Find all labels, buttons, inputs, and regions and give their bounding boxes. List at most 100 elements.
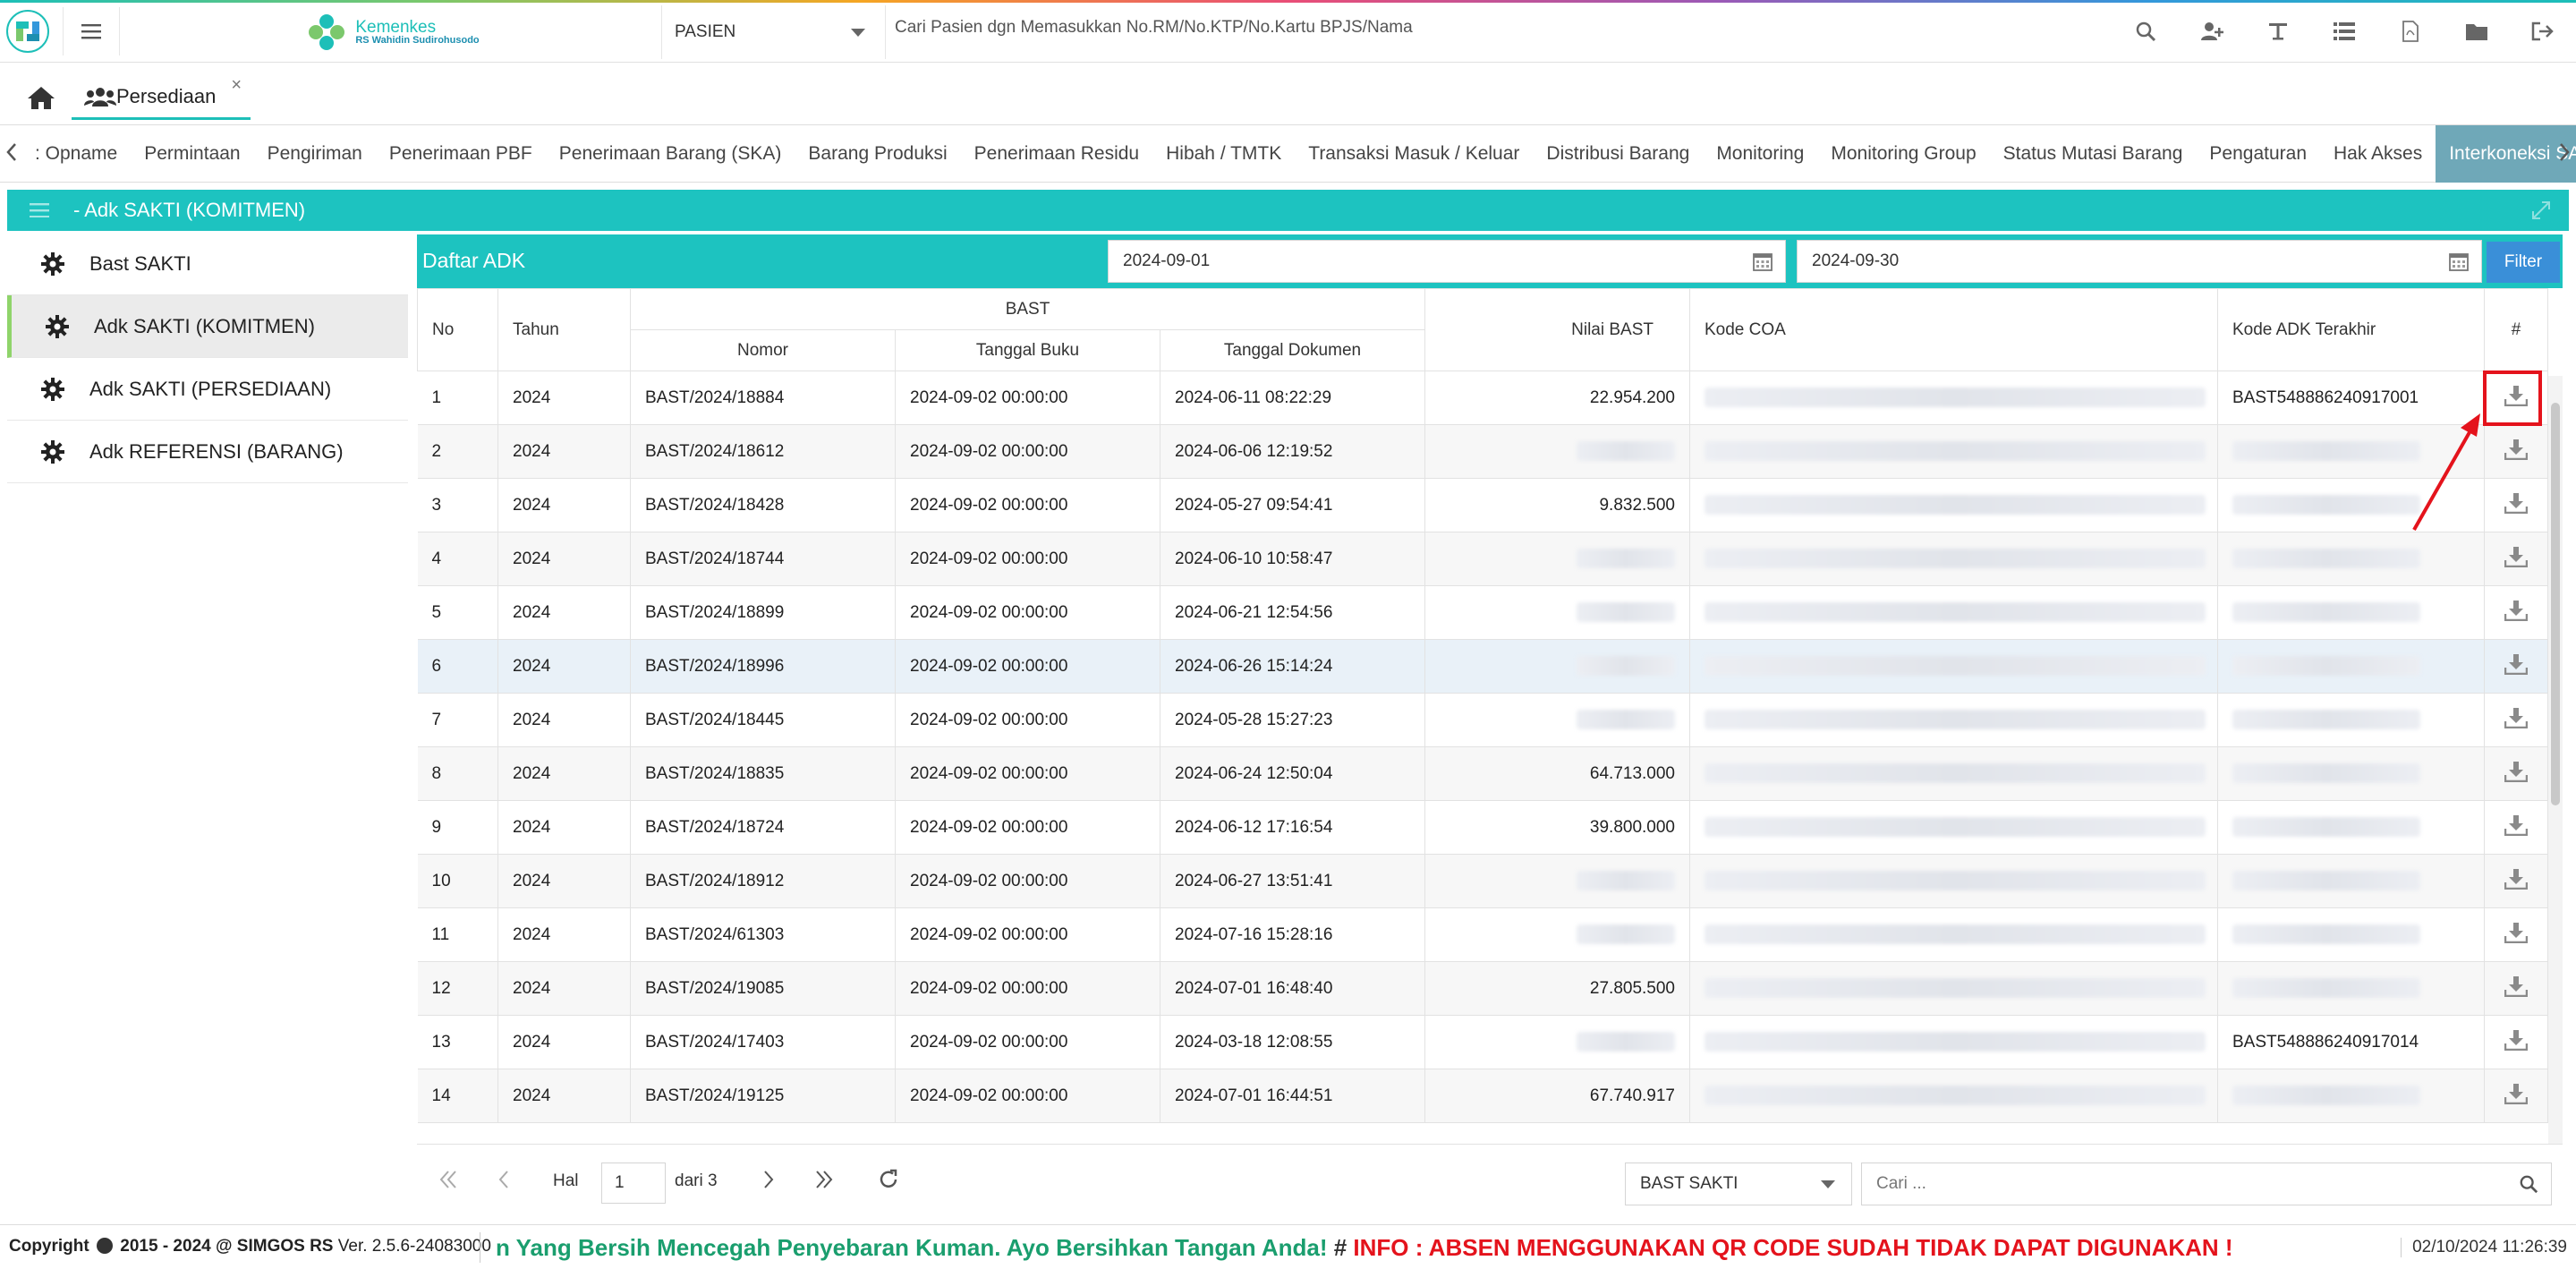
menu-item-transaksi-masuk-keluar[interactable]: Transaksi Masuk / Keluar [1295, 125, 1533, 183]
download-button[interactable] [2484, 585, 2548, 640]
download-icon[interactable] [2504, 761, 2529, 782]
calendar-icon[interactable] [1753, 251, 1773, 271]
list-icon[interactable] [2311, 9, 2377, 54]
app-logo-icon[interactable] [5, 9, 50, 54]
side-item-adk-referensi-barang[interactable]: Adk REFERENSI (BARANG) [7, 421, 408, 483]
grid-search-input[interactable]: Cari ... [1861, 1163, 2552, 1205]
source-select[interactable]: BAST SAKTI [1625, 1163, 1852, 1205]
download-button[interactable] [2484, 907, 2548, 962]
close-icon[interactable]: × [231, 75, 242, 96]
table-row[interactable]: 14 2024 BAST/2024/19125 2024-09-02 00:00:00… [417, 1069, 2548, 1123]
scrollbar-thumb[interactable] [2551, 403, 2560, 805]
download-button[interactable] [2484, 1069, 2548, 1123]
text-icon[interactable] [2245, 9, 2311, 54]
next-page-icon[interactable] [761, 1168, 777, 1191]
add-user-icon[interactable] [2179, 9, 2245, 54]
download-button[interactable] [2484, 854, 2548, 908]
download-icon[interactable] [2504, 492, 2529, 514]
calendar-icon[interactable] [2449, 251, 2469, 271]
table-row[interactable]: 6 2024 BAST/2024/18996 2024-09-02 00:00:00 2… [417, 639, 2548, 694]
chevron-right-icon[interactable] [2558, 141, 2571, 167]
expand-icon[interactable] [2531, 200, 2551, 220]
home-tab[interactable] [13, 77, 70, 118]
table-row[interactable]: 3 2024 BAST/2024/18428 2024-09-02 00:00:00 2… [417, 478, 2548, 532]
download-icon[interactable] [2504, 707, 2529, 728]
menu-item-pengaturan[interactable]: Pengaturan [2196, 125, 2320, 183]
download-icon[interactable] [2504, 975, 2529, 997]
download-icon[interactable] [2504, 868, 2529, 890]
download-icon[interactable] [2504, 439, 2529, 460]
download-icon[interactable] [2504, 600, 2529, 621]
table-row[interactable]: 5 2024 BAST/2024/18899 2024-09-02 00:00:00 2… [417, 585, 2548, 640]
download-button[interactable] [2484, 800, 2548, 855]
table-row[interactable]: 7 2024 BAST/2024/18445 2024-09-02 00:00:00 2… [417, 693, 2548, 747]
chevron-left-icon[interactable] [5, 141, 18, 167]
table-row[interactable]: 13 2024 BAST/2024/17403 2024-09-02 00:00:00… [417, 1015, 2548, 1069]
menu-item-monitoring[interactable]: Monitoring [1703, 125, 1817, 183]
date-to-field[interactable]: 2024-09-30 [1797, 240, 2482, 283]
side-item-bast-sakti[interactable]: Bast SAKTI [7, 233, 408, 295]
page-number-input[interactable]: 1 [601, 1163, 666, 1204]
menu-item-penerimaan-pbf[interactable]: Penerimaan PBF [376, 125, 546, 183]
filter-button[interactable]: Filter [2487, 242, 2560, 283]
download-button[interactable] [2484, 693, 2548, 747]
col-nilai[interactable]: Nilai BAST [1424, 288, 1690, 371]
col-tahun[interactable]: Tahun [497, 288, 631, 371]
table-row[interactable]: 2 2024 BAST/2024/18612 2024-09-02 00:00:00 2… [417, 424, 2548, 479]
patient-search-input[interactable]: Cari Pasien dgn Memasukkan No.RM/No.KTP/… [895, 18, 1413, 38]
table-row[interactable]: 8 2024 BAST/2024/18835 2024-09-02 00:00:00 2… [417, 746, 2548, 801]
table-row[interactable]: 9 2024 BAST/2024/18724 2024-09-02 00:00:00 2… [417, 800, 2548, 855]
table-row[interactable]: 11 2024 BAST/2024/61303 2024-09-02 00:00:00… [417, 907, 2548, 962]
menu-item-penerimaan-barang-ska[interactable]: Penerimaan Barang (SKA) [546, 125, 795, 183]
search-icon[interactable] [2113, 9, 2179, 54]
folder-icon[interactable] [2444, 9, 2510, 54]
menu-item-interkoneksi-sakti[interactable]: Interkoneksi SAKTI [2436, 125, 2576, 183]
menu-item-hak-akses[interactable]: Hak Akses [2320, 125, 2436, 183]
download-button[interactable] [2484, 1015, 2548, 1069]
col-adk[interactable]: Kode ADK Terakhir [2217, 288, 2485, 371]
download-button[interactable] [2484, 532, 2548, 586]
download-button[interactable] [2484, 961, 2548, 1016]
download-button[interactable] [2484, 424, 2548, 479]
side-item-adk-sakti-komitmen[interactable]: Adk SAKTI (KOMITMEN) [7, 295, 408, 358]
logout-icon[interactable] [2510, 9, 2576, 54]
search-icon[interactable] [2519, 1174, 2538, 1194]
table-row[interactable]: 1 2024 BAST/2024/18884 2024-09-02 00:00:00 2… [417, 370, 2548, 425]
col-coa[interactable]: Kode COA [1689, 288, 2218, 371]
menu-item-status-mutasi-barang[interactable]: Status Mutasi Barang [1990, 125, 2197, 183]
menu-item-distribusi-barang[interactable]: Distribusi Barang [1533, 125, 1703, 183]
menu-item-monitoring-group[interactable]: Monitoring Group [1817, 125, 1989, 183]
download-icon[interactable] [2504, 653, 2529, 675]
grid-scrollbar[interactable] [2548, 376, 2563, 1146]
download-button[interactable] [2484, 478, 2548, 532]
menu-item-pengiriman[interactable]: Pengiriman [254, 125, 376, 183]
hamburger-icon[interactable] [23, 203, 55, 217]
col-no[interactable]: No [417, 288, 498, 371]
download-icon[interactable] [2504, 546, 2529, 567]
prev-page-icon[interactable] [496, 1168, 512, 1191]
menu-item-permintaan[interactable]: Permintaan [131, 125, 253, 183]
download-icon[interactable] [2504, 922, 2529, 943]
col-tanggal-buku[interactable]: Tanggal Buku [895, 329, 1160, 371]
menu-item-penerimaan-residu[interactable]: Penerimaan Residu [961, 125, 1152, 183]
download-button[interactable] [2484, 639, 2548, 694]
download-button[interactable] [2484, 746, 2548, 801]
download-icon[interactable] [2504, 1083, 2529, 1104]
col-tanggal-dokumen[interactable]: Tanggal Dokumen [1160, 329, 1425, 371]
date-from-field[interactable]: 2024-09-01 [1108, 240, 1786, 283]
download-icon[interactable] [2504, 1029, 2529, 1051]
pdf-icon[interactable] [2377, 9, 2444, 54]
side-item-adk-sakti-persediaan[interactable]: Adk SAKTI (PERSEDIAAN) [7, 358, 408, 421]
col-nomor[interactable]: Nomor [630, 329, 896, 371]
menu-item-hibah-tmtk[interactable]: Hibah / TMTK [1152, 125, 1295, 183]
first-page-icon[interactable] [437, 1168, 460, 1191]
tab-persediaan[interactable]: Persediaan × [72, 75, 251, 120]
last-page-icon[interactable] [812, 1168, 836, 1191]
table-row[interactable]: 10 2024 BAST/2024/18912 2024-09-02 00:00:00… [417, 854, 2548, 908]
menu-toggle-button[interactable] [63, 7, 120, 55]
menu-item-barang-produksi[interactable]: Barang Produksi [795, 125, 960, 183]
table-row[interactable]: 4 2024 BAST/2024/18744 2024-09-02 00:00:00 2… [417, 532, 2548, 586]
menu-item-opname[interactable]: : Opname [21, 125, 131, 183]
patient-type-select[interactable]: PASIEN [662, 5, 886, 59]
table-row[interactable]: 12 2024 BAST/2024/19085 2024-09-02 00:00:00… [417, 961, 2548, 1016]
